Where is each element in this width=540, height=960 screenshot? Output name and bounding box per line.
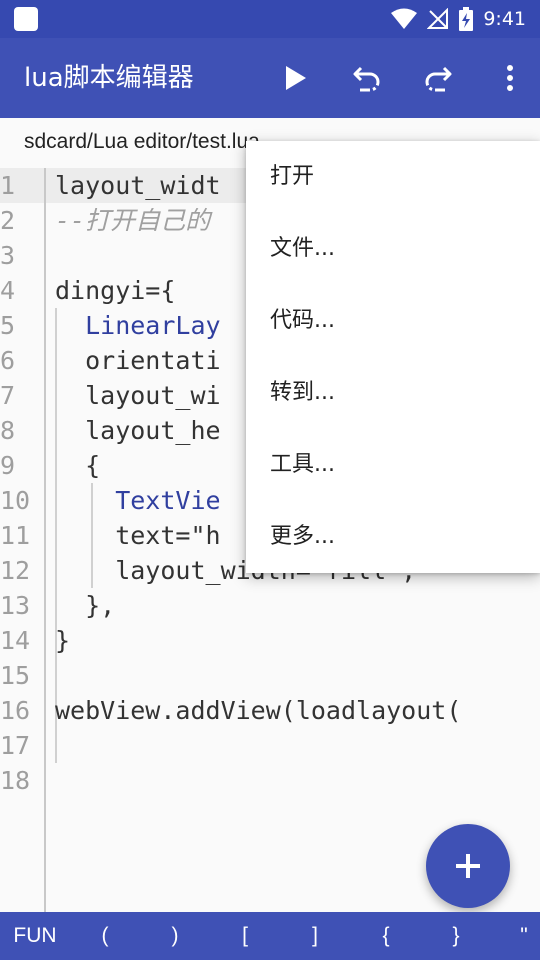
code-line: layout_he <box>55 416 221 445</box>
line-number: 17 <box>0 731 31 760</box>
run-button[interactable] <box>274 56 318 100</box>
line-number: 11 <box>0 521 31 550</box>
line-number: 15 <box>0 661 31 690</box>
symbol-open-brace[interactable]: { <box>371 912 401 960</box>
line-number: 2 <box>0 206 16 235</box>
line-number: 13 <box>0 591 31 620</box>
symbol-bar: FUN ( ) [ ] { } " <box>0 912 540 960</box>
wifi-icon <box>391 8 418 29</box>
line-number: 5 <box>0 311 16 340</box>
no-signal-icon <box>427 8 449 29</box>
code-line: layout_wi <box>55 381 221 410</box>
code-line: }, <box>55 591 116 620</box>
line-number: 12 <box>0 556 31 585</box>
gutter-divider <box>44 168 46 912</box>
overflow-menu-button[interactable] <box>488 56 532 100</box>
app-title: lua脚本编辑器 <box>24 63 194 93</box>
menu-item-more[interactable]: 更多... <box>246 501 540 573</box>
code-line-keyword: TextVie <box>55 486 221 515</box>
line-number: 18 <box>0 766 31 795</box>
symbol-quote[interactable]: " <box>510 912 538 960</box>
add-fab-button[interactable] <box>426 824 510 908</box>
line-number: 4 <box>0 276 16 305</box>
symbol-fun[interactable]: FUN <box>10 912 60 960</box>
menu-item-tools[interactable]: 工具... <box>246 429 540 501</box>
code-line: text="h <box>55 521 221 550</box>
line-number: 14 <box>0 626 31 655</box>
undo-button[interactable] <box>345 56 389 100</box>
symbol-close-brace[interactable]: } <box>441 912 471 960</box>
line-number: 6 <box>0 346 16 375</box>
more-vert-icon <box>507 65 513 91</box>
notification-icon <box>14 7 38 31</box>
plus-icon <box>456 854 480 878</box>
line-number: 10 <box>0 486 31 515</box>
status-icons: 9:41 <box>391 0 526 38</box>
status-bar: 9:41 <box>0 0 540 38</box>
line-number: 1 <box>0 171 16 200</box>
code-line: dingyi={ <box>55 276 176 305</box>
menu-item-file[interactable]: 文件... <box>246 213 540 285</box>
code-line-comment: --打开自己的 <box>55 206 211 235</box>
menu-item-code[interactable]: 代码... <box>246 285 540 357</box>
redo-icon <box>425 66 452 92</box>
file-path: sdcard/Lua editor/test.lua <box>24 130 260 153</box>
code-line: { <box>55 451 101 480</box>
code-line-keyword: LinearLay <box>55 311 221 340</box>
menu-item-open[interactable]: 打开 <box>246 141 540 213</box>
symbol-open-paren[interactable]: ( <box>90 912 120 960</box>
battery-charging-icon <box>459 7 474 31</box>
play-icon <box>286 66 306 90</box>
undo-icon <box>353 66 380 92</box>
app-bar: lua脚本编辑器 <box>0 38 540 118</box>
code-line: layout_widt <box>55 171 221 200</box>
symbol-close-paren[interactable]: ) <box>160 912 190 960</box>
line-number: 3 <box>0 241 16 270</box>
code-line: orientati <box>55 346 221 375</box>
redo-button[interactable] <box>416 56 460 100</box>
line-number: 16 <box>0 696 31 725</box>
menu-item-goto[interactable]: 转到... <box>246 357 540 429</box>
status-time: 9:41 <box>483 8 526 30</box>
code-line: } <box>55 626 71 655</box>
code-line: webView.addView(loadlayout( <box>55 696 462 725</box>
line-number: 8 <box>0 416 16 445</box>
line-number: 9 <box>0 451 16 480</box>
line-number: 7 <box>0 381 16 410</box>
symbol-close-bracket[interactable]: ] <box>300 912 330 960</box>
symbol-open-bracket[interactable]: [ <box>230 912 260 960</box>
overflow-menu: 打开 文件... 代码... 转到... 工具... 更多... <box>246 141 540 573</box>
